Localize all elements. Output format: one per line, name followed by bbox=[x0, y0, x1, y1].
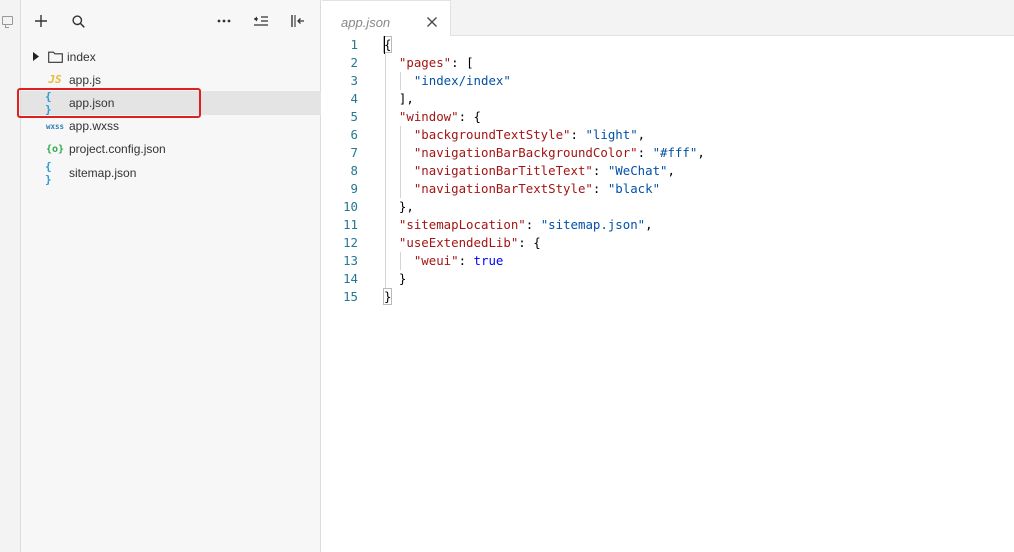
code-line[interactable]: 11 "sitemapLocation": "sitemap.json", bbox=[322, 216, 1014, 234]
line-number: 1 bbox=[350, 37, 358, 52]
code-text: "useExtendedLib": { bbox=[398, 235, 541, 250]
line-number: 10 bbox=[343, 199, 358, 214]
add-file-button[interactable] bbox=[31, 10, 51, 32]
line-number: 2 bbox=[350, 55, 358, 70]
line-number: 5 bbox=[350, 109, 358, 124]
code-line[interactable]: 13 "weui": true bbox=[322, 252, 1014, 270]
file-tree: index JS app.js { } app.json wxss app.wx… bbox=[21, 45, 321, 186]
line-number: 6 bbox=[350, 127, 358, 142]
line-number: 8 bbox=[350, 163, 358, 178]
code-line[interactable]: 10 }, bbox=[322, 198, 1014, 216]
plus-icon bbox=[35, 15, 47, 27]
line-number: 14 bbox=[343, 271, 358, 286]
line-number: 11 bbox=[343, 217, 358, 232]
search-button[interactable] bbox=[68, 10, 88, 32]
code-text: "index/index" bbox=[413, 73, 511, 88]
code-text: "navigationBarBackgroundColor": "#fff", bbox=[413, 145, 705, 160]
tree-item-project-config-json[interactable]: {o} project.config.json bbox=[21, 138, 321, 161]
code-editor: app.json 1{2 "pages": [3 "index/index" 4 … bbox=[322, 0, 1014, 552]
editor-tab-bar: app.json bbox=[322, 0, 1014, 36]
line-number: 12 bbox=[343, 235, 358, 250]
line-number: 7 bbox=[350, 145, 358, 160]
code-text: "navigationBarTitleText": "WeChat", bbox=[413, 163, 675, 178]
code-line[interactable]: 4 ], bbox=[322, 90, 1014, 108]
code-text: "pages": [ bbox=[398, 55, 474, 70]
collapse-all-button[interactable] bbox=[251, 10, 271, 32]
folder-icon bbox=[45, 50, 65, 64]
collapse-icon bbox=[254, 16, 268, 26]
json-file-icon: { } bbox=[45, 89, 53, 116]
code-line[interactable]: 6 "backgroundTextStyle": "light", bbox=[322, 126, 1014, 144]
tree-item-label: index bbox=[67, 49, 96, 64]
code-line[interactable]: 12 "useExtendedLib": { bbox=[322, 234, 1014, 252]
code-text: "window": { bbox=[398, 109, 482, 124]
line-number: 13 bbox=[343, 253, 358, 268]
tree-item-label: app.wxss bbox=[69, 119, 120, 134]
line-number: 3 bbox=[350, 73, 358, 88]
more-button[interactable] bbox=[214, 10, 234, 32]
line-number: 9 bbox=[350, 181, 358, 196]
code-text: } bbox=[382, 288, 393, 305]
tab-label: app.json bbox=[341, 15, 391, 30]
panel-toggle-button[interactable] bbox=[288, 10, 308, 32]
tab-app-json[interactable]: app.json bbox=[322, 0, 451, 36]
code-area[interactable]: 1{2 "pages": [3 "index/index" 4 ], 5 "wind… bbox=[322, 36, 1014, 306]
panel-toggle-icon bbox=[291, 15, 304, 27]
tree-item-label: app.js bbox=[69, 72, 102, 87]
code-line[interactable]: 14 } bbox=[322, 270, 1014, 288]
code-line[interactable]: 7 "navigationBarBackgroundColor": "#fff"… bbox=[322, 144, 1014, 162]
code-line[interactable]: 9 "navigationBarTextStyle": "black" bbox=[322, 180, 1014, 198]
code-line[interactable]: 1{ bbox=[322, 36, 1014, 54]
explorer-toolbar bbox=[21, 0, 321, 44]
code-line[interactable]: 15} bbox=[322, 288, 1014, 306]
tree-item-label: project.config.json bbox=[69, 142, 166, 157]
code-text: } bbox=[398, 271, 407, 286]
code-text: "backgroundTextStyle": "light", bbox=[413, 127, 646, 142]
json-file-icon: { } bbox=[45, 159, 53, 186]
code-text: }, bbox=[398, 199, 414, 214]
code-text: "sitemapLocation": "sitemap.json", bbox=[398, 217, 653, 232]
code-text: { bbox=[382, 36, 393, 53]
search-icon bbox=[71, 14, 85, 28]
code-line[interactable]: 5 "window": { bbox=[322, 108, 1014, 126]
code-line[interactable]: 2 "pages": [ bbox=[322, 54, 1014, 72]
text-cursor bbox=[384, 36, 385, 54]
tree-item-app-json[interactable]: { } app.json bbox=[21, 89, 321, 116]
message-icon[interactable] bbox=[2, 16, 13, 28]
config-file-icon: {o} bbox=[45, 143, 65, 155]
code-line[interactable]: 3 "index/index" bbox=[322, 72, 1014, 90]
activity-bar bbox=[0, 0, 21, 552]
tree-item-label: sitemap.json bbox=[69, 165, 137, 180]
tree-item-app-wxss[interactable]: wxss app.wxss bbox=[21, 115, 321, 138]
tree-item-index[interactable]: index bbox=[21, 45, 321, 68]
line-number: 4 bbox=[350, 91, 358, 106]
close-icon[interactable] bbox=[427, 16, 439, 28]
more-icon bbox=[217, 19, 231, 23]
caret-right-icon[interactable] bbox=[33, 52, 41, 62]
tree-item-sitemap-json[interactable]: { } sitemap.json bbox=[21, 159, 321, 186]
js-file-icon: JS bbox=[48, 73, 62, 87]
wxss-file-icon: wxss bbox=[45, 121, 65, 131]
code-text: "weui": true bbox=[413, 253, 504, 268]
file-explorer: index JS app.js { } app.json wxss app.wx… bbox=[21, 0, 321, 552]
tree-item-app-js[interactable]: JS app.js bbox=[21, 68, 321, 91]
code-text: "navigationBarTextStyle": "black" bbox=[413, 181, 661, 196]
tree-item-label: app.json bbox=[69, 95, 115, 110]
code-line[interactable]: 8 "navigationBarTitleText": "WeChat", bbox=[322, 162, 1014, 180]
code-text: ], bbox=[398, 91, 414, 106]
line-number: 15 bbox=[343, 289, 358, 304]
